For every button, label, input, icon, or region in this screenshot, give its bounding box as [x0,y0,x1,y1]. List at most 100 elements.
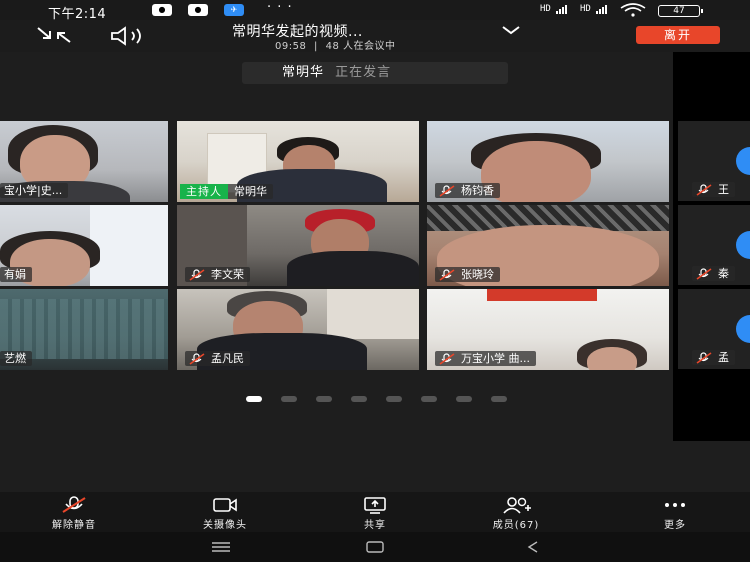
share-screen-icon [364,497,386,514]
subtitle-separator: | [314,41,318,52]
video-tile[interactable]: 李文荣 [177,205,419,286]
page-dot-active[interactable] [246,396,262,402]
participant-name: 王 [718,183,729,196]
system-nav-bar [0,532,750,562]
mic-muted-icon [696,351,712,364]
members-label: 成员(67) [492,520,540,531]
camera-off-button[interactable]: 关摄像头 [175,496,275,532]
video-tile-partial[interactable]: 王 [678,121,750,201]
page-dot[interactable] [456,396,472,402]
qq-penguin-icon: ● [152,4,172,16]
unmute-label: 解除静音 [52,520,96,531]
home-icon[interactable] [364,540,386,554]
participant-name: 秦 [718,267,729,280]
participant-name: 有娟 [4,268,26,281]
participant-name: 万宝小学 曲... [461,352,530,365]
participant-name-tag: 王 [692,182,735,197]
share-button[interactable]: 共享 [325,496,425,532]
participant-name: 杨钧香 [461,184,494,197]
participant-name: 张晓玲 [461,268,494,281]
mic-muted-icon [189,268,205,281]
speaker-icon[interactable] [108,25,152,47]
more-dots-icon [665,503,685,507]
video-grid-area: 常明华 正在发言 宝小学|史... 主持人 常明华 杨钧香 王 有娟 李文荣 张… [0,52,750,492]
participant-name: 孟 [718,351,729,364]
scroll-handle[interactable] [736,315,750,343]
scroll-handle[interactable] [736,231,750,259]
page-dot[interactable] [351,396,367,402]
share-label: 共享 [364,520,386,531]
members-button[interactable]: 成员(67) [466,496,566,532]
video-tile-partial[interactable]: 孟 [678,289,750,369]
active-speaker-status: 正在发言 [335,65,392,80]
participant-name: 宝小学|史... [4,184,63,197]
participant-name-tag: 宝小学|史... [0,183,69,198]
page-dot[interactable] [421,396,437,402]
menu-icon[interactable] [210,540,232,554]
mic-muted-icon [696,267,712,280]
page-dot[interactable] [316,396,332,402]
video-tile[interactable]: 艺燃 [0,289,168,370]
video-tile[interactable]: 有娟 [0,205,168,286]
message-icon: ✈ [224,4,244,16]
page-indicator [0,396,750,406]
participant-name: 李文荣 [211,268,244,281]
participant-name: 常明华 [234,185,267,198]
unmute-button[interactable]: 解除静音 [24,496,124,532]
active-speaker-banner: 常明华 正在发言 [242,62,508,84]
camera-off-label: 关摄像头 [203,520,247,531]
mic-muted-icon [189,352,205,365]
qq-penguin-icon: ● [188,4,208,16]
participant-name-tag: 张晓玲 [435,267,500,282]
meeting-toolbar: 解除静音 关摄像头 共享 成员(67) 更多 [0,492,750,532]
wifi-icon [620,3,646,17]
page-dot[interactable] [491,396,507,402]
video-tile[interactable]: 张晓玲 [427,205,669,286]
page-dot[interactable] [281,396,297,402]
signal-1-label: HD [540,4,551,14]
participant-name-tag: 艺燃 [0,351,32,366]
leave-button[interactable]: 离开 [636,26,720,44]
attendee-count: 48 人在会议中 [325,41,396,52]
page-dot[interactable] [386,396,402,402]
video-tile[interactable]: 万宝小学 曲... [427,289,669,370]
signal-1: HD [540,4,568,14]
mic-muted-icon [439,184,455,197]
video-tile[interactable]: 宝小学|史... [0,121,168,202]
video-tile-host[interactable]: 主持人 常明华 [177,121,419,202]
participant-name-tag: 孟 [692,350,735,365]
participant-name-tag: 秦 [692,266,735,281]
participant-name-tag: 万宝小学 曲... [435,351,536,366]
chevron-down-icon[interactable] [500,23,522,37]
members-icon [503,497,531,514]
host-badge: 主持人 [180,184,228,199]
active-speaker-name: 常明华 [282,65,325,80]
participant-name-tag: 主持人 常明华 [180,184,273,199]
more-label: 更多 [664,520,686,531]
video-tile[interactable]: 孟凡民 [177,289,419,370]
overflow-dots: · · · [267,0,293,15]
participant-name-tag: 孟凡民 [185,351,250,366]
signal-2-label: HD [580,4,591,14]
participant-name: 孟凡民 [211,352,244,365]
status-bar: 下午2:14 ● ● ✈ · · · HD HD 47 [0,0,750,22]
participant-name-tag: 有娟 [0,267,32,282]
mic-muted-icon [62,496,86,513]
camera-icon [213,498,237,512]
battery-indicator: 47 [658,5,703,17]
scroll-handle[interactable] [736,147,750,175]
mic-muted-icon [439,268,455,281]
back-icon[interactable] [522,540,544,554]
video-tile-partial[interactable]: 秦 [678,205,750,285]
meeting-top-bar: 常明华发起的视频... 09:58 | 48 人在会议中 离开 [0,20,750,52]
more-button[interactable]: 更多 [625,496,725,532]
mic-muted-icon [696,183,712,196]
participant-name: 艺燃 [4,352,26,365]
signal-2: HD [580,4,608,14]
mic-muted-icon [439,352,455,365]
meeting-subtitle: 09:58 | 48 人在会议中 [275,37,395,52]
minimize-icon[interactable] [34,25,74,45]
video-tile[interactable]: 杨钧香 [427,121,669,202]
participant-name-tag: 杨钧香 [435,183,500,198]
meeting-duration: 09:58 [275,41,307,52]
